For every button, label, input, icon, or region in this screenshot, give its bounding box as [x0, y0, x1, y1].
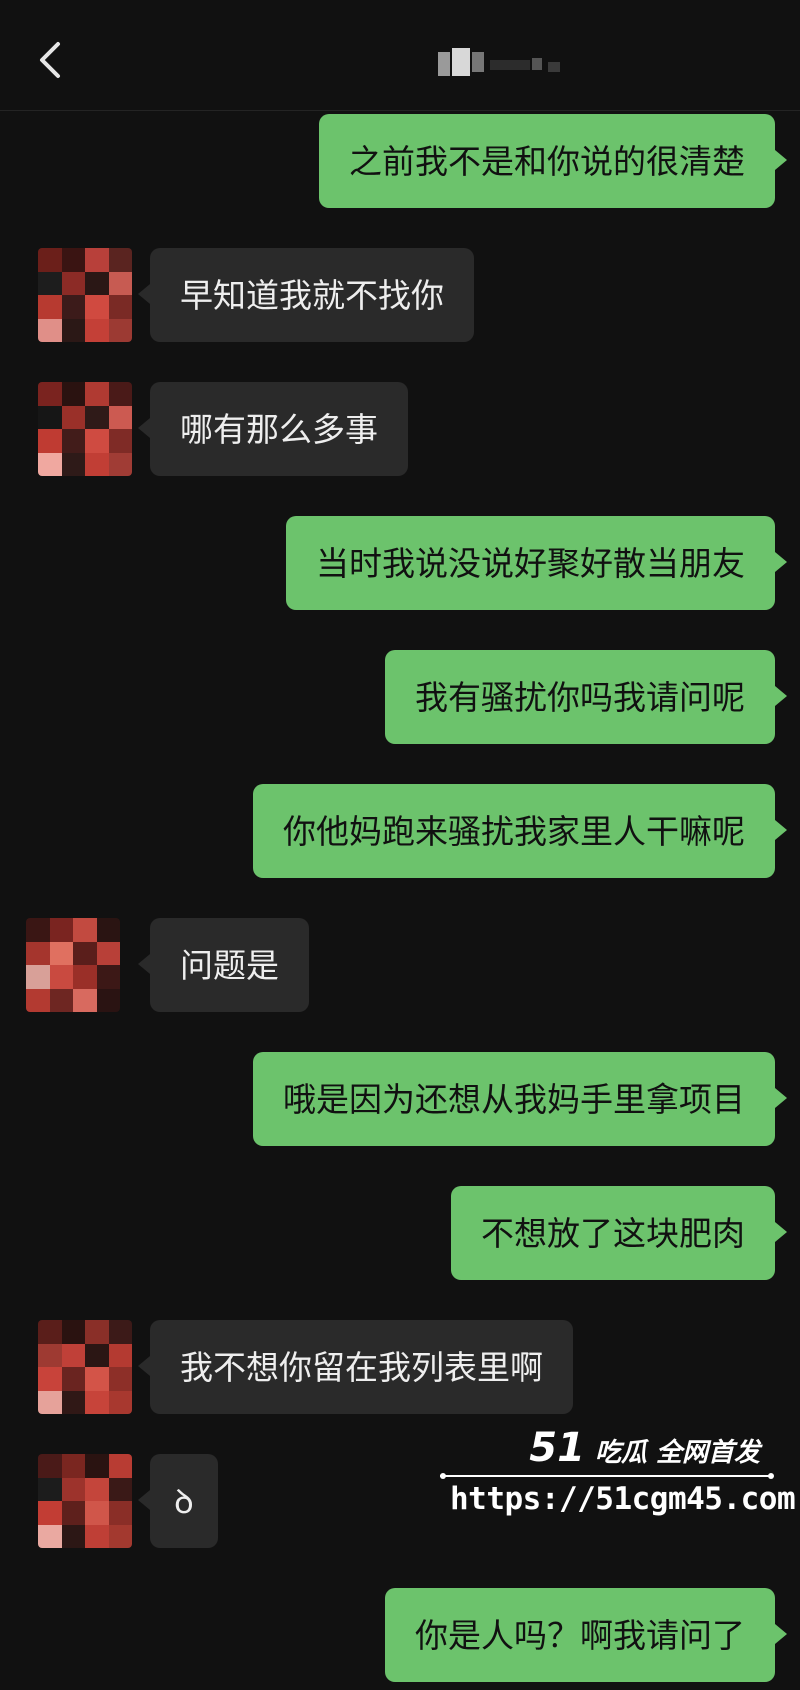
avatar-blurred[interactable] — [38, 382, 132, 476]
incoming-message-bubble[interactable]: ꝺ — [138, 1454, 218, 1548]
outgoing-message-bubble[interactable]: 之前我不是和你说的很清楚 — [319, 114, 787, 208]
incoming-message-bubble[interactable]: 我不想你留在我列表里啊 — [138, 1320, 573, 1414]
outgoing-message-bubble[interactable]: 你是人吗？啊我请问了 — [385, 1588, 787, 1682]
contact-name-blurred — [430, 46, 590, 86]
avatar-blurred[interactable] — [38, 1320, 132, 1414]
chevron-left-icon[interactable] — [30, 38, 74, 82]
incoming-message-bubble[interactable]: 问题是 — [138, 918, 309, 1012]
watermark-brand: 51 吃瓜 全网首发 — [529, 1425, 760, 1471]
outgoing-message-bubble[interactable]: 当时我说没说好聚好散当朋友 — [286, 516, 787, 610]
outgoing-message-bubble[interactable]: 哦是因为还想从我妈手里拿项目 — [253, 1052, 787, 1146]
watermark-tagline: 吃瓜 全网首发 — [594, 1438, 760, 1468]
site-watermark: 51 吃瓜 全网首发 https://51cgm45.com — [440, 1425, 796, 1535]
incoming-message-bubble[interactable]: 哪有那么多事 — [138, 382, 408, 476]
watermark-number: 51 — [529, 1425, 585, 1471]
watermark-dot — [768, 1473, 774, 1479]
outgoing-message-bubble[interactable]: 不想放了这块肥肉 — [451, 1186, 787, 1280]
avatar-blurred[interactable] — [26, 918, 120, 1012]
watermark-divider — [440, 1475, 770, 1477]
outgoing-message-bubble[interactable]: 我有骚扰你吗我请问呢 — [385, 650, 787, 744]
incoming-message-bubble[interactable]: 早知道我就不找你 — [138, 248, 474, 342]
outgoing-message-bubble[interactable]: 你他妈跑来骚扰我家里人干嘛呢 — [253, 784, 787, 878]
avatar-blurred[interactable] — [38, 1454, 132, 1548]
chat-header — [0, 0, 800, 111]
watermark-dot — [440, 1473, 446, 1479]
watermark-url: https://51cgm45.com — [450, 1481, 796, 1517]
avatar-blurred[interactable] — [38, 248, 132, 342]
